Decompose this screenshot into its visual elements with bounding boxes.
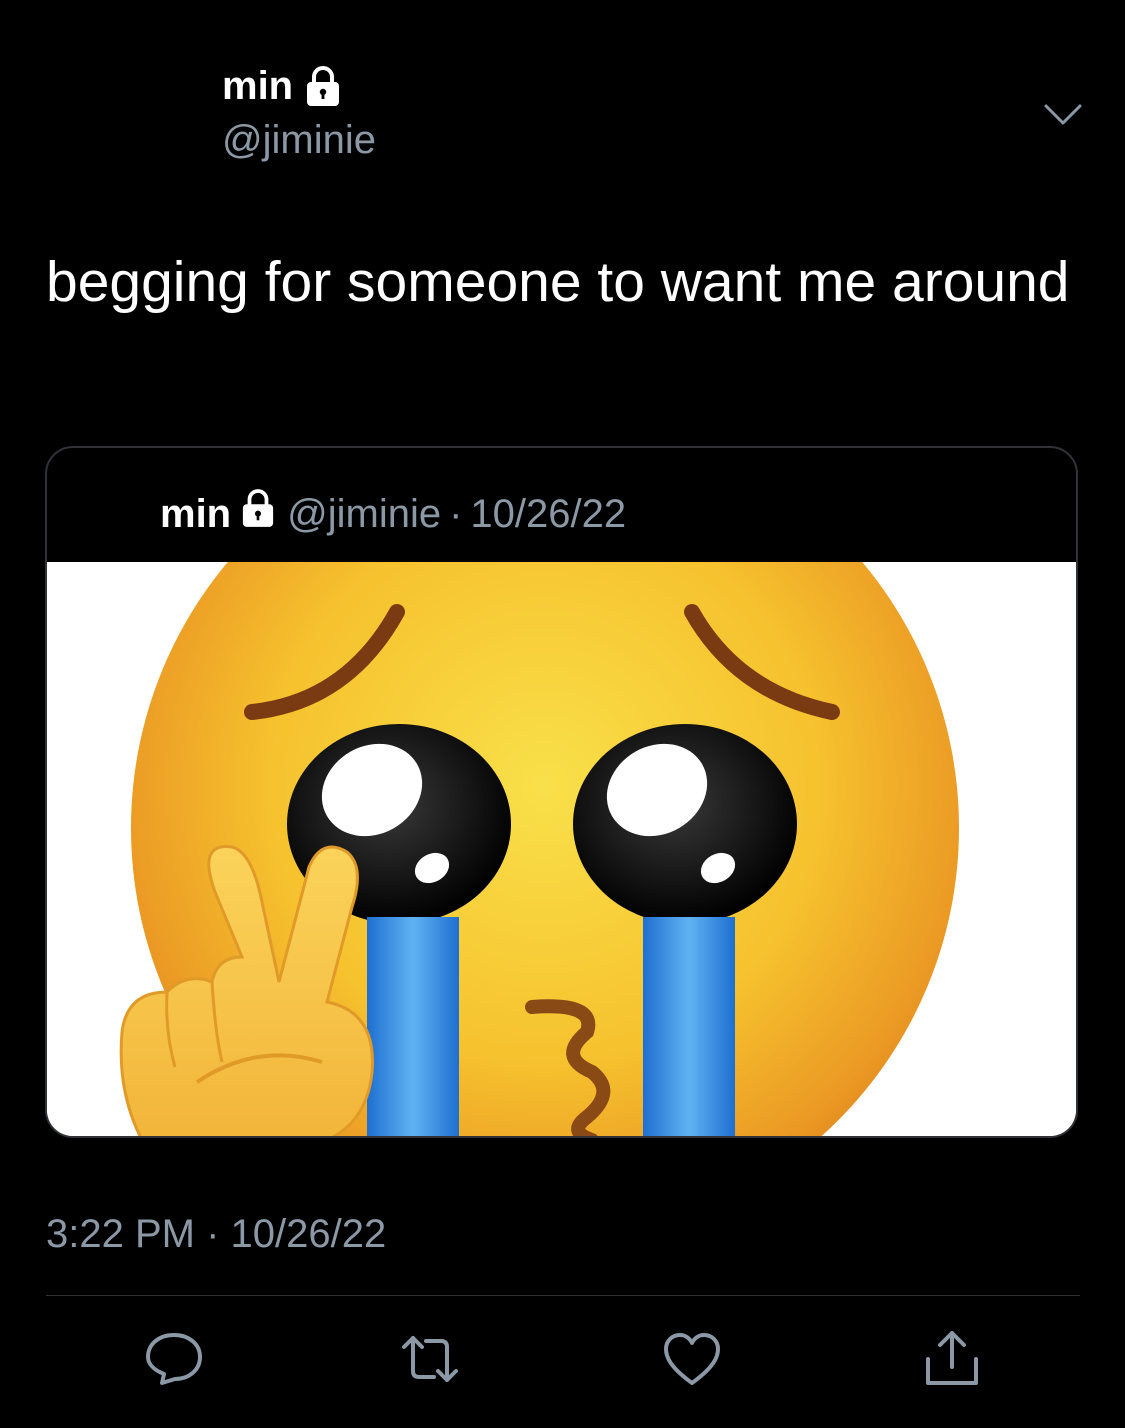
reply-icon bbox=[142, 1327, 206, 1391]
retweet-button[interactable] bbox=[398, 1327, 462, 1391]
chevron-down-icon[interactable] bbox=[1040, 96, 1086, 132]
timestamp-time: 3:22 PM bbox=[46, 1212, 195, 1256]
reply-button[interactable] bbox=[142, 1327, 206, 1391]
quoted-author-name: min bbox=[160, 491, 232, 536]
lock-icon bbox=[305, 65, 341, 107]
share-button[interactable] bbox=[920, 1327, 984, 1391]
quoted-tweet-image[interactable] bbox=[47, 562, 1076, 1136]
lock-icon bbox=[241, 488, 275, 539]
author-handle[interactable]: @jiminie bbox=[222, 116, 376, 164]
tweet-timestamp: 3:22 PM · 10/26/22 bbox=[46, 1210, 386, 1258]
author-name-row[interactable]: min bbox=[222, 62, 341, 110]
quoted-tweet-card[interactable]: min @jiminie · 10/26/22 bbox=[45, 446, 1078, 1138]
timestamp-date: 10/26/22 bbox=[230, 1212, 387, 1256]
separator-dot: · bbox=[449, 491, 463, 536]
divider bbox=[46, 1295, 1080, 1296]
author-name[interactable]: min bbox=[222, 62, 293, 110]
retweet-icon bbox=[398, 1327, 462, 1391]
separator-dot: · bbox=[206, 1212, 220, 1256]
like-button[interactable] bbox=[660, 1327, 724, 1391]
quoted-author-handle: @jiminie bbox=[287, 491, 442, 536]
share-icon bbox=[920, 1327, 984, 1391]
quoted-tweet-header: min @jiminie · 10/26/22 bbox=[160, 488, 626, 539]
quoted-tweet-date: 10/26/22 bbox=[470, 491, 627, 536]
heart-icon bbox=[660, 1327, 724, 1391]
tweet-text: begging for someone to want me around bbox=[46, 250, 1070, 314]
tweet-header: min @jiminie bbox=[0, 0, 1125, 200]
